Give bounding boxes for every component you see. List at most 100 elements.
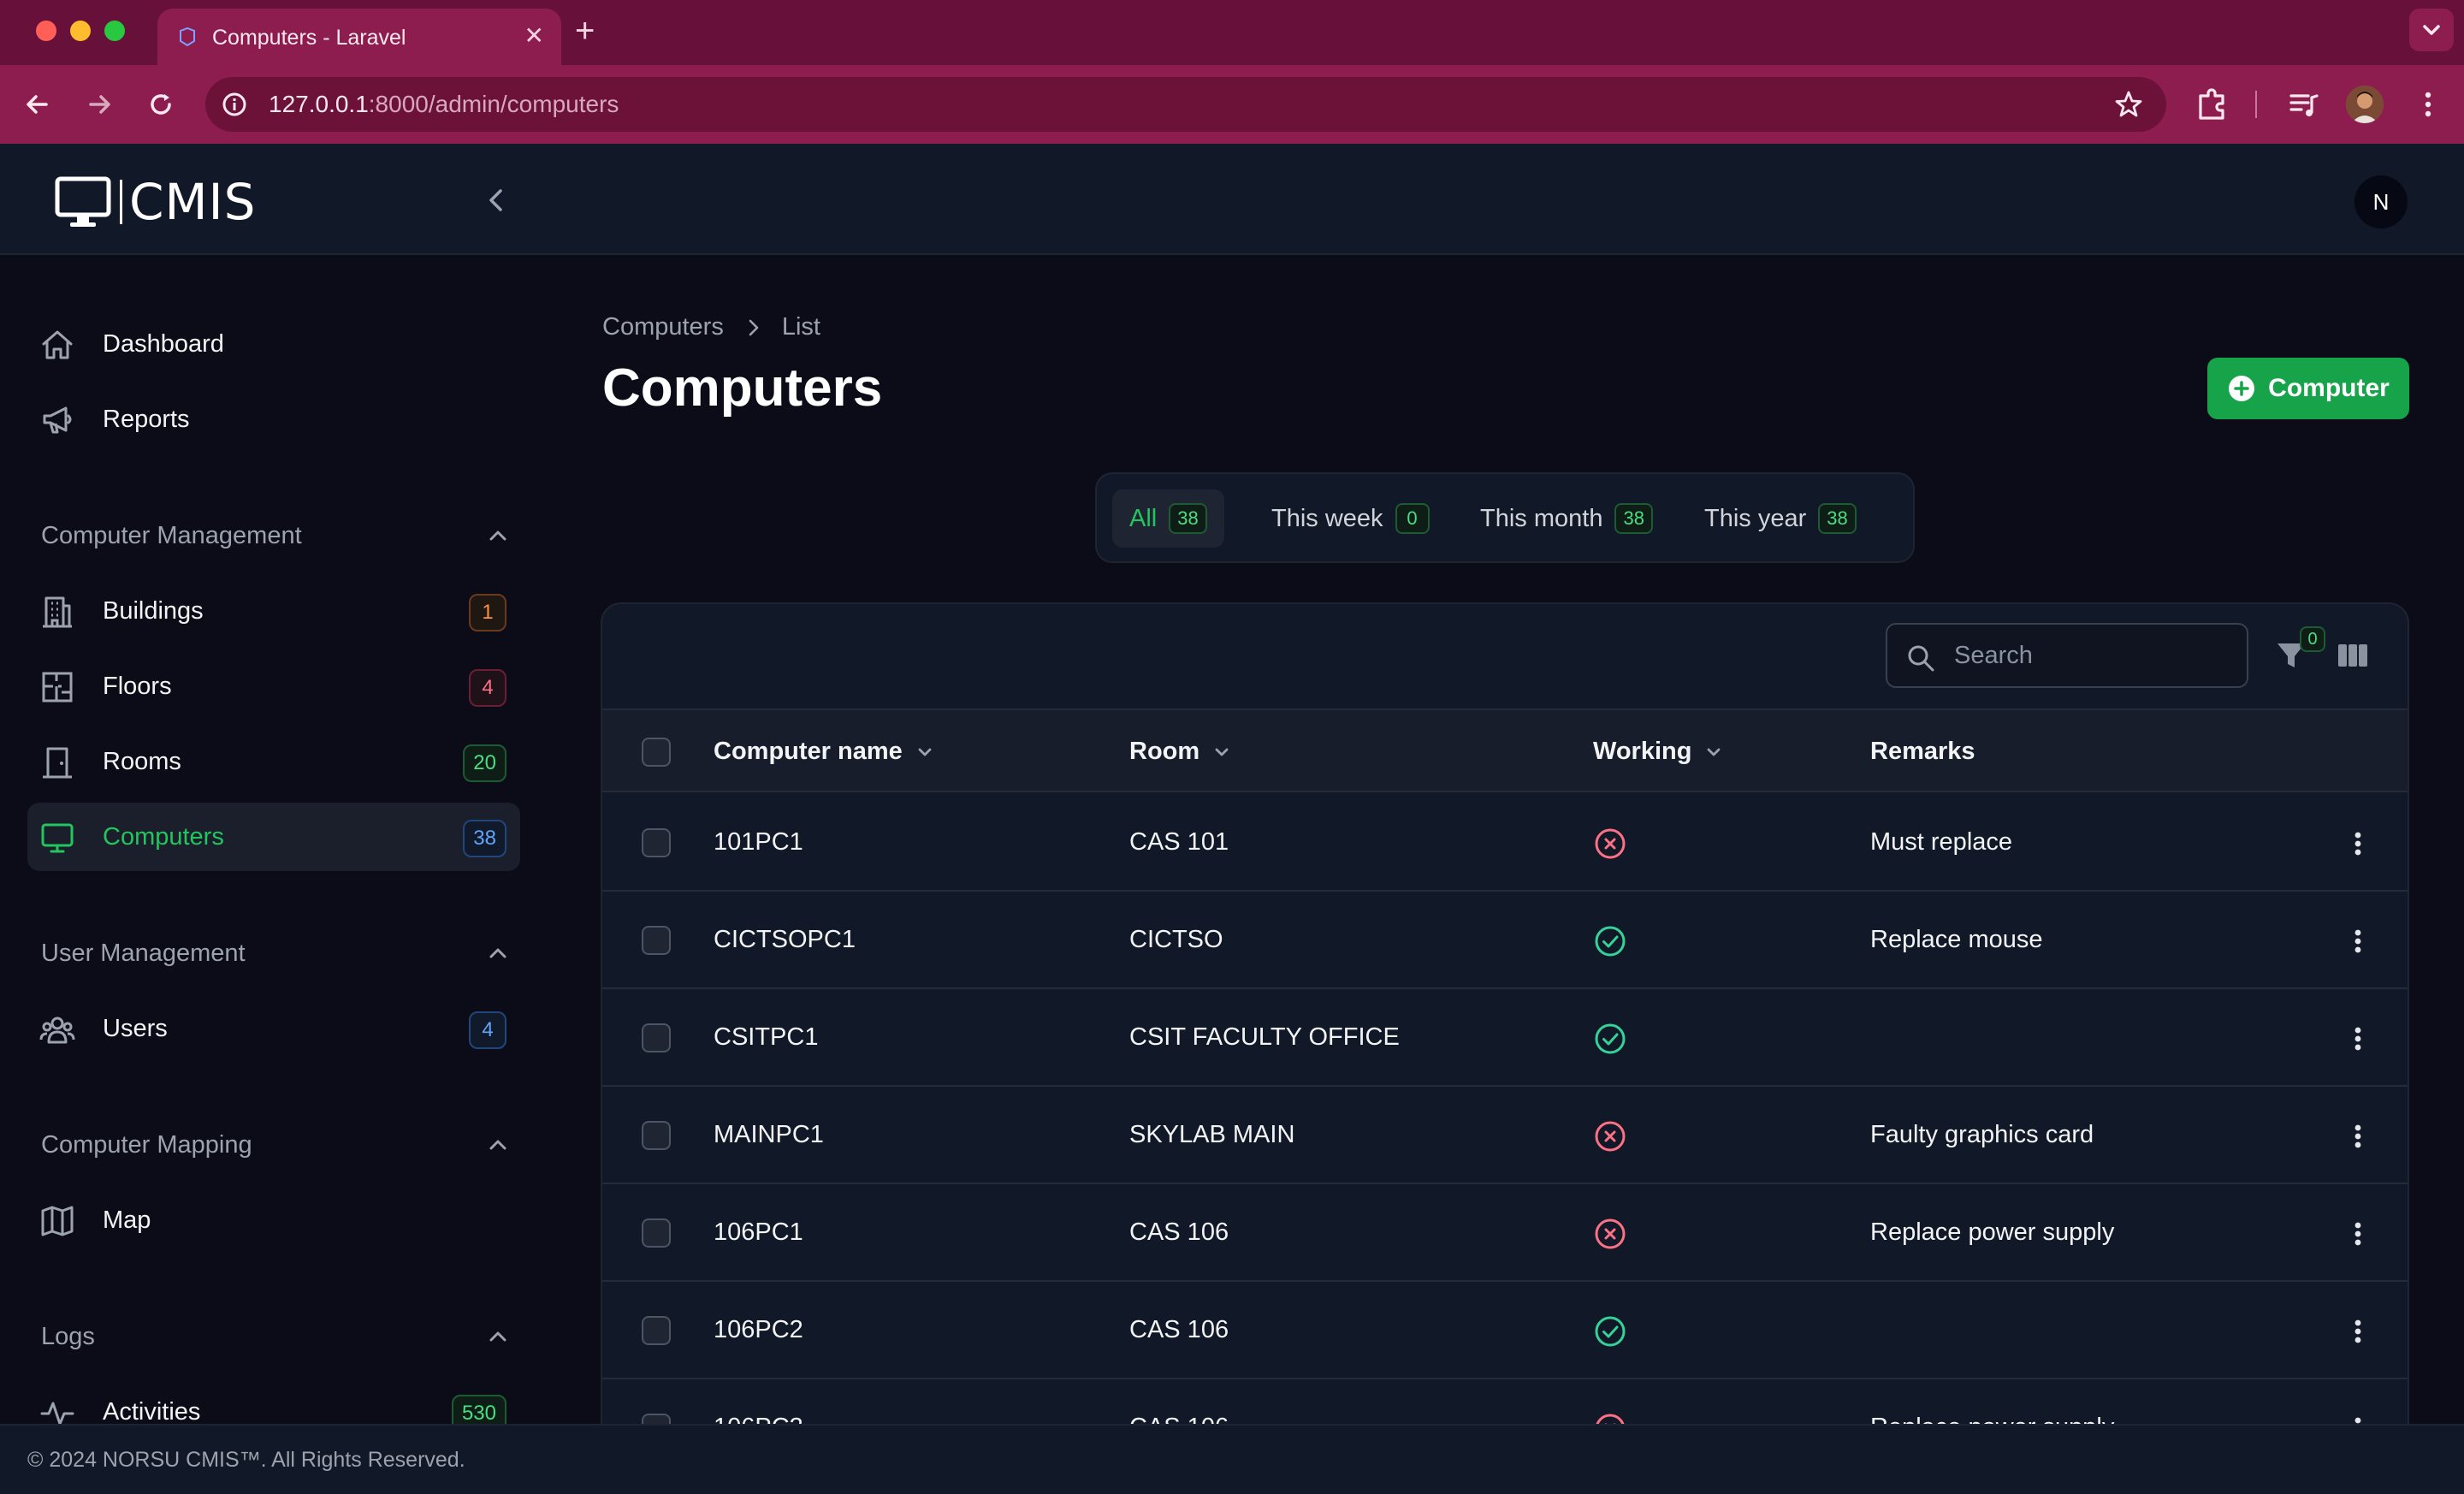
megaphone-icon xyxy=(39,402,75,438)
forward-arrow-icon[interactable] xyxy=(82,87,116,122)
plus-circle-icon xyxy=(2229,376,2255,401)
select-all-checkbox[interactable] xyxy=(642,738,671,767)
logo-text: CMIS xyxy=(129,173,257,231)
cell-computer-name: CICTSOPC1 xyxy=(714,926,856,953)
column-room[interactable]: Room xyxy=(1129,738,1232,766)
column-label: Remarks xyxy=(1870,738,1975,765)
profile-avatar-icon[interactable] xyxy=(2346,86,2384,123)
sidebar-item-floors[interactable]: Floors 4 xyxy=(27,652,520,720)
users-icon xyxy=(39,1011,75,1047)
new-tab-icon[interactable]: + xyxy=(575,12,595,50)
sidebar-item-reports[interactable]: Reports xyxy=(27,385,520,454)
map-icon xyxy=(39,1203,75,1239)
chevron-down-icon xyxy=(1708,748,1721,756)
group-computer-management[interactable]: Computer Management xyxy=(41,519,510,553)
column-working[interactable]: Working xyxy=(1593,738,1724,766)
x-circle-icon xyxy=(1593,827,1627,861)
sidebar-item-rooms[interactable]: Rooms 20 xyxy=(27,727,520,796)
cell-room: CAS 106 xyxy=(1129,1316,1229,1343)
media-playlist-icon[interactable] xyxy=(2284,86,2322,123)
search-input[interactable] xyxy=(1954,625,2236,686)
cell-computer-name: 106PC1 xyxy=(714,1218,803,1246)
group-computer-mapping[interactable]: Computer Mapping xyxy=(41,1128,510,1162)
sidebar-item-label: Computers xyxy=(103,823,224,851)
sidebar-item-dashboard[interactable]: Dashboard xyxy=(27,310,520,378)
tab-label: All xyxy=(1129,504,1158,532)
sidebar-item-buildings[interactable]: Buildings 1 xyxy=(27,577,520,645)
sidebar: Dashboard Reports Computer Management Bu… xyxy=(0,257,548,1432)
tab-count-badge: 38 xyxy=(1614,503,1653,534)
count-badge: 4 xyxy=(469,669,506,707)
tab-this-week[interactable]: This week 0 xyxy=(1254,489,1447,548)
table-row[interactable]: 106PC1 CAS 106 Replace power supply xyxy=(602,1184,2408,1282)
table-search[interactable] xyxy=(1886,623,2248,688)
page-title: Computers xyxy=(602,359,883,418)
filter-tabs: All 38 This week 0 This month 38 This ye… xyxy=(1095,472,1915,563)
chevron-up-icon[interactable] xyxy=(486,524,510,548)
window-minimize-button[interactable] xyxy=(70,21,91,41)
browser-tab[interactable]: Computers - Laravel ✕ xyxy=(157,9,561,65)
breadcrumb-computers-link[interactable]: Computers xyxy=(602,313,724,341)
group-user-management[interactable]: User Management xyxy=(41,936,510,970)
table-row[interactable]: CICTSOPC1 CICTSO Replace mouse xyxy=(602,892,2408,989)
sidebar-item-label: Dashboard xyxy=(103,330,224,358)
bookmark-star-icon[interactable] xyxy=(2113,89,2144,120)
row-checkbox[interactable] xyxy=(642,828,671,857)
row-actions-kebab-icon[interactable] xyxy=(2341,1217,2375,1251)
breadcrumb-current: List xyxy=(781,313,820,341)
sidebar-item-label: Users xyxy=(103,1015,168,1042)
cell-room: CAS 106 xyxy=(1129,1218,1229,1246)
address-bar[interactable]: 127.0.0.1:8000/admin/computers xyxy=(205,77,2166,132)
table-row[interactable]: 101PC1 CAS 101 Must replace xyxy=(602,794,2408,892)
sidebar-item-label: Activities xyxy=(103,1398,201,1426)
x-circle-icon xyxy=(1593,1119,1627,1153)
tab-this-month[interactable]: This month 38 xyxy=(1463,489,1670,548)
window-close-button[interactable] xyxy=(36,21,56,41)
row-actions-kebab-icon[interactable] xyxy=(2341,1119,2375,1153)
chevron-up-icon[interactable] xyxy=(486,1133,510,1157)
reload-icon[interactable] xyxy=(144,87,178,122)
row-checkbox[interactable] xyxy=(642,1121,671,1150)
cell-remarks: Must replace xyxy=(1870,828,2013,856)
chevron-up-icon[interactable] xyxy=(486,1325,510,1349)
extensions-puzzle-icon[interactable] xyxy=(2194,86,2231,123)
x-circle-icon xyxy=(1593,1217,1627,1251)
toggle-columns-icon[interactable] xyxy=(2336,638,2370,673)
chevron-up-icon[interactable] xyxy=(486,941,510,965)
cell-remarks: Replace mouse xyxy=(1870,926,2043,953)
count-badge: 38 xyxy=(463,820,506,857)
row-checkbox[interactable] xyxy=(642,1218,671,1248)
tab-search-button[interactable] xyxy=(2409,9,2454,51)
table-row[interactable]: MAINPC1 SKYLAB MAIN Faulty graphics card xyxy=(602,1087,2408,1184)
building-icon xyxy=(39,594,75,630)
tab-all[interactable]: All 38 xyxy=(1112,489,1224,548)
tab-close-icon[interactable]: ✕ xyxy=(524,24,544,48)
row-actions-kebab-icon[interactable] xyxy=(2341,827,2375,861)
new-computer-button[interactable]: Computer xyxy=(2207,358,2409,419)
home-icon xyxy=(39,327,75,363)
back-arrow-icon[interactable] xyxy=(21,87,55,122)
tab-this-year[interactable]: This year 38 xyxy=(1687,489,1874,548)
table-row[interactable]: CSITPC1 CSIT FACULTY OFFICE xyxy=(602,989,2408,1087)
column-computer-name[interactable]: Computer name xyxy=(714,738,935,766)
row-checkbox[interactable] xyxy=(642,1023,671,1052)
sidebar-item-users[interactable]: Users 4 xyxy=(27,994,520,1063)
row-actions-kebab-icon[interactable] xyxy=(2341,1022,2375,1056)
sidebar-item-map[interactable]: Map xyxy=(27,1186,520,1254)
cell-room: SKYLAB MAIN xyxy=(1129,1121,1295,1148)
row-actions-kebab-icon[interactable] xyxy=(2341,924,2375,958)
table-row[interactable]: 106PC2 CAS 106 xyxy=(602,1282,2408,1379)
user-avatar[interactable]: N xyxy=(2354,175,2408,228)
sidebar-item-computers[interactable]: Computers 38 xyxy=(27,803,520,871)
row-checkbox[interactable] xyxy=(642,1316,671,1345)
group-logs[interactable]: Logs xyxy=(41,1319,510,1354)
app-logo[interactable]: CMIS xyxy=(55,173,257,231)
tab-count-badge: 38 xyxy=(1818,503,1857,534)
collapse-sidebar-chevron-icon[interactable] xyxy=(479,183,513,217)
site-info-icon[interactable] xyxy=(221,91,248,118)
window-maximize-button[interactable] xyxy=(104,21,125,41)
row-checkbox[interactable] xyxy=(642,926,671,955)
browser-menu-icon[interactable] xyxy=(2409,86,2447,123)
check-circle-icon xyxy=(1593,924,1627,958)
row-actions-kebab-icon[interactable] xyxy=(2341,1314,2375,1349)
